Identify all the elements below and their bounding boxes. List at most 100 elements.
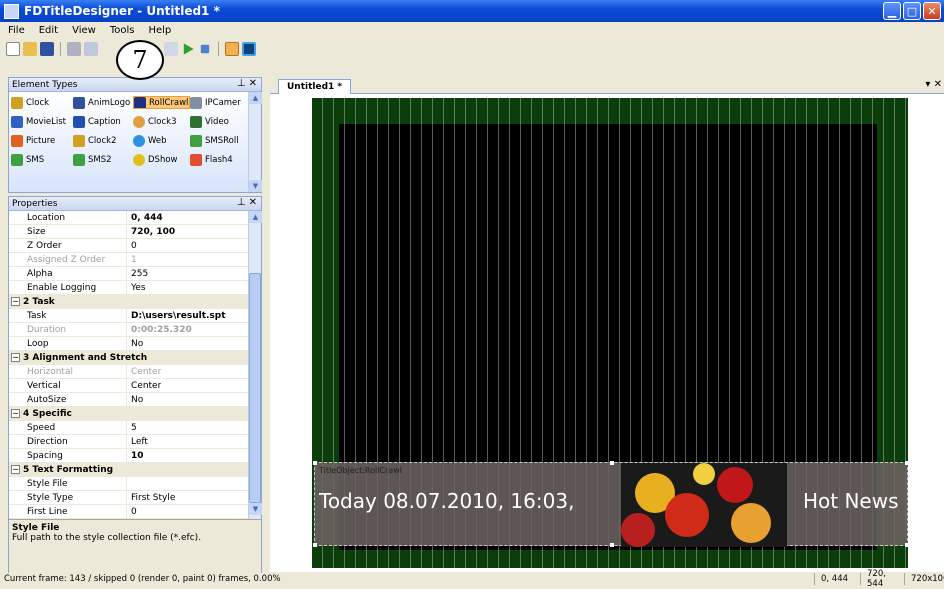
element-web[interactable]: Web xyxy=(133,134,190,147)
element-flash4[interactable]: Flash4 xyxy=(190,153,251,166)
resize-handle[interactable] xyxy=(610,461,614,465)
resize-handle[interactable] xyxy=(313,543,317,547)
element-animlogo[interactable]: AnimLogo xyxy=(73,96,133,109)
play-back-icon[interactable] xyxy=(164,42,178,56)
close-button[interactable]: ✕ xyxy=(923,2,941,20)
property-value[interactable]: First Style xyxy=(127,491,175,504)
property-row[interactable]: Style Type First Style xyxy=(9,491,249,505)
grid-icon[interactable] xyxy=(225,42,239,56)
scroll-down-icon[interactable]: ▼ xyxy=(249,180,262,192)
element-picture[interactable]: Picture xyxy=(11,134,73,147)
property-category[interactable]: −2 Task xyxy=(9,295,249,309)
element-smsroll[interactable]: SMSRoll xyxy=(190,134,251,147)
menu-file[interactable]: File xyxy=(8,25,25,36)
property-value[interactable]: 0, 444 xyxy=(127,211,163,224)
copy-icon[interactable] xyxy=(84,42,98,56)
property-value[interactable] xyxy=(127,477,131,490)
scroll-up-icon[interactable]: ▲ xyxy=(249,211,262,223)
property-value[interactable]: Center xyxy=(127,379,161,392)
element-dshow[interactable]: DShow xyxy=(133,153,190,166)
property-row[interactable]: Duration 0:00:25.320 xyxy=(9,323,249,337)
element-clock3[interactable]: Clock3 xyxy=(133,115,190,128)
tab-controls[interactable]: ▾ ✕ xyxy=(925,79,942,90)
property-category[interactable]: −5 Text Formatting xyxy=(9,463,249,477)
property-value[interactable]: 0 xyxy=(127,505,137,518)
element-sms[interactable]: SMS xyxy=(11,153,73,166)
property-row[interactable]: Vertical Center xyxy=(9,379,249,393)
resize-handle[interactable] xyxy=(313,461,317,465)
property-value[interactable]: 5 xyxy=(127,421,137,434)
cut-icon[interactable] xyxy=(67,42,81,56)
save-icon[interactable] xyxy=(40,42,54,56)
property-row[interactable]: Assigned Z Order 1 xyxy=(9,253,249,267)
menu-help[interactable]: Help xyxy=(148,25,171,36)
property-value[interactable]: 10 xyxy=(127,449,144,462)
scroll-down-icon[interactable]: ▼ xyxy=(249,503,262,515)
scroll-thumb[interactable] xyxy=(249,273,261,503)
property-value[interactable]: Yes xyxy=(127,281,146,294)
property-row[interactable]: Speed 5 xyxy=(9,421,249,435)
element-sms2[interactable]: SMS2 xyxy=(73,153,133,166)
collapse-icon[interactable]: − xyxy=(11,297,20,306)
property-value[interactable]: No xyxy=(127,337,143,350)
object-label: TitleObject:RollCrawl xyxy=(319,466,402,475)
minimize-button[interactable]: ▁ xyxy=(883,2,901,20)
property-row[interactable]: AutoSize No xyxy=(9,393,249,407)
open-folder-icon[interactable] xyxy=(23,42,37,56)
property-row[interactable]: Direction Left xyxy=(9,435,249,449)
property-row[interactable]: Size 720, 100 xyxy=(9,225,249,239)
element-rollcrawl[interactable]: RollCrawl xyxy=(133,96,190,109)
property-row[interactable]: Task D:\users\result.spt xyxy=(9,309,249,323)
play-icon[interactable] xyxy=(183,43,194,55)
collapse-icon[interactable]: − xyxy=(11,409,20,418)
frame-icon[interactable] xyxy=(242,42,256,56)
maximize-button[interactable]: □ xyxy=(903,2,921,20)
element-types-scrollbar[interactable]: ▲ ▼ xyxy=(248,92,262,192)
property-value[interactable]: D:\users\result.spt xyxy=(127,309,226,322)
property-row[interactable]: Spacing 10 xyxy=(9,449,249,463)
stop-icon[interactable] xyxy=(200,44,210,54)
rollcrawl-object[interactable]: TitleObject:RollCrawl Today 08.07.2010, … xyxy=(313,461,909,547)
property-row[interactable]: Alpha 255 xyxy=(9,267,249,281)
element-caption[interactable]: Caption xyxy=(73,115,133,128)
property-row[interactable]: Z Order 0 xyxy=(9,239,249,253)
property-name-text: Speed xyxy=(27,422,56,433)
property-value[interactable]: 255 xyxy=(127,267,148,280)
property-value[interactable]: 720, 100 xyxy=(127,225,175,238)
resize-handle[interactable] xyxy=(905,461,909,465)
property-value[interactable]: 0:00:25.320 xyxy=(127,323,192,336)
design-canvas[interactable]: TitleObject:RollCrawl Today 08.07.2010, … xyxy=(270,94,944,572)
properties-scrollbar[interactable]: ▲ ▼ xyxy=(248,211,262,519)
menu-view[interactable]: View xyxy=(72,25,96,36)
property-row[interactable]: Enable Logging Yes xyxy=(9,281,249,295)
resize-handle[interactable] xyxy=(610,543,614,547)
property-row[interactable]: Horizontal Center xyxy=(9,365,249,379)
collapse-icon[interactable]: − xyxy=(11,353,20,362)
video-frame[interactable]: TitleObject:RollCrawl Today 08.07.2010, … xyxy=(312,98,909,568)
element-clock2[interactable]: Clock2 xyxy=(73,134,133,147)
property-row[interactable]: First Line 0 xyxy=(9,505,249,519)
property-value[interactable]: Center xyxy=(127,365,161,378)
element-ipcamera[interactable]: IPCamer xyxy=(190,96,251,109)
tab-untitled1[interactable]: Untitled1 * xyxy=(278,79,352,94)
property-category[interactable]: −3 Alignment and Stretch xyxy=(9,351,249,365)
new-file-icon[interactable] xyxy=(6,42,20,56)
property-category[interactable]: −4 Specific xyxy=(9,407,249,421)
property-value[interactable]: 1 xyxy=(127,253,137,266)
property-row[interactable]: Location 0, 444 xyxy=(9,211,249,225)
property-value[interactable]: No xyxy=(127,393,143,406)
panel-pin-close-controls[interactable]: ⊥ ✕ xyxy=(237,78,257,89)
resize-handle[interactable] xyxy=(905,543,909,547)
property-value[interactable]: Left xyxy=(127,435,148,448)
scroll-up-icon[interactable]: ▲ xyxy=(249,92,262,104)
element-video[interactable]: Video xyxy=(190,115,251,128)
panel-pin-close-controls[interactable]: ⊥ ✕ xyxy=(237,197,257,208)
property-row[interactable]: Style File xyxy=(9,477,249,491)
element-clock[interactable]: Clock xyxy=(11,96,73,109)
property-value[interactable]: 0 xyxy=(127,239,137,252)
collapse-icon[interactable]: − xyxy=(11,465,20,474)
property-row[interactable]: Loop No xyxy=(9,337,249,351)
menu-edit[interactable]: Edit xyxy=(39,25,58,36)
element-movielist[interactable]: MovieList xyxy=(11,115,73,128)
menu-tools[interactable]: Tools xyxy=(110,25,135,36)
